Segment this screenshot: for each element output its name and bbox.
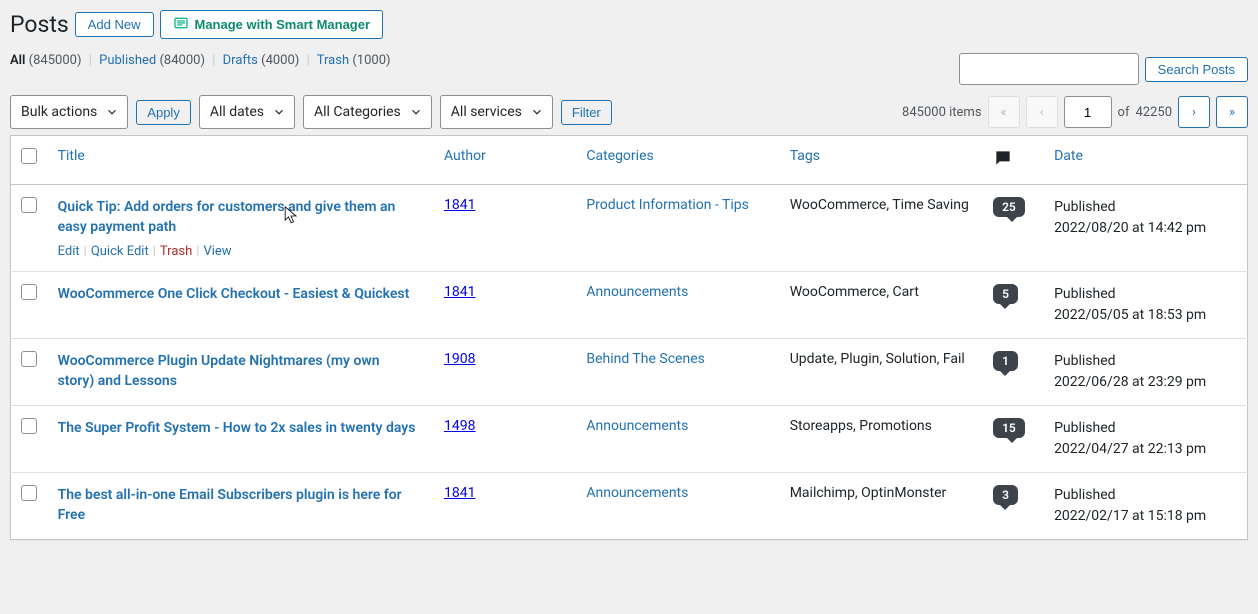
category-link[interactable]: Announcements [586, 485, 688, 501]
next-page-button[interactable]: › [1178, 96, 1210, 128]
filter-button[interactable]: Filter [561, 100, 612, 125]
tags-cell: Mailchimp, OptinMonster [780, 472, 983, 539]
cursor-icon [284, 206, 298, 226]
category-link[interactable]: Announcements [586, 284, 688, 300]
status-drafts[interactable]: Drafts (4000) [223, 53, 300, 68]
smart-manager-icon [173, 15, 189, 34]
row-actions: Edit|Quick Edit|Trash|View [58, 244, 424, 259]
post-title-link[interactable]: WooCommerce One Click Checkout - Easiest… [58, 284, 418, 304]
quick-edit-link[interactable]: Quick Edit [91, 244, 149, 259]
tags-cell: WooCommerce, Cart [780, 271, 983, 338]
comment-count[interactable]: 25 [993, 197, 1025, 217]
total-pages: 42250 [1135, 105, 1172, 120]
table-row: Quick Tip: Add orders for customers and … [11, 185, 1248, 272]
post-title-link[interactable]: WooCommerce Plugin Update Nightmares (my… [58, 351, 418, 392]
total-items: 845000 items [902, 105, 981, 120]
col-comments[interactable] [983, 136, 1044, 185]
tags-cell: Update, Plugin, Solution, Fail [780, 338, 983, 405]
smart-manager-label: Manage with Smart Manager [195, 17, 371, 32]
status-published[interactable]: Published (84000) [99, 53, 205, 68]
col-categories[interactable]: Categories [576, 136, 779, 185]
tags-cell: WooCommerce, Time Saving [780, 185, 983, 272]
search-input[interactable] [959, 53, 1139, 85]
add-new-button[interactable]: Add New [75, 12, 154, 37]
date-cell: Published2022/08/20 at 14:42 pm [1044, 185, 1247, 272]
categories-select[interactable]: All Categories [303, 95, 432, 129]
table-row: The best all-in-one Email Subscribers pl… [11, 472, 1248, 539]
smart-manager-button[interactable]: Manage with Smart Manager [160, 10, 384, 39]
comment-count[interactable]: 1 [993, 351, 1018, 371]
date-cell: Published2022/02/17 at 15:18 pm [1044, 472, 1247, 539]
author-link[interactable]: 1841 [444, 284, 475, 300]
post-title-link[interactable]: The Super Profit System - How to 2x sale… [58, 418, 418, 438]
col-tags[interactable]: Tags [780, 136, 983, 185]
dates-label: All dates [210, 104, 264, 120]
bulk-actions-label: Bulk actions [21, 104, 97, 120]
col-date[interactable]: Date [1044, 136, 1247, 185]
dates-select[interactable]: All dates [199, 95, 295, 129]
first-page-button[interactable]: « [988, 96, 1020, 128]
trash-link[interactable]: Trash [160, 244, 192, 259]
date-cell: Published2022/05/05 at 18:53 pm [1044, 271, 1247, 338]
status-trash[interactable]: Trash (1000) [317, 53, 391, 68]
row-checkbox[interactable] [21, 284, 37, 300]
prev-page-button[interactable]: ‹ [1026, 96, 1058, 128]
apply-button[interactable]: Apply [136, 100, 191, 125]
view-link[interactable]: View [203, 244, 231, 259]
status-all[interactable]: All (845000) [10, 53, 81, 68]
chevron-down-icon [105, 105, 119, 119]
col-title[interactable]: Title [48, 136, 434, 185]
services-select[interactable]: All services [440, 95, 553, 129]
author-link[interactable]: 1841 [444, 485, 475, 501]
author-link[interactable]: 1498 [444, 418, 475, 434]
search-button[interactable]: Search Posts [1145, 57, 1248, 82]
table-row: The Super Profit System - How to 2x sale… [11, 405, 1248, 472]
row-checkbox[interactable] [21, 485, 37, 501]
of-label: of [1118, 105, 1130, 120]
services-label: All services [451, 104, 522, 120]
page-input[interactable] [1064, 96, 1112, 128]
comments-icon [993, 156, 1013, 172]
post-title-link[interactable]: The best all-in-one Email Subscribers pl… [58, 485, 418, 526]
comment-count[interactable]: 5 [993, 284, 1018, 304]
comment-count[interactable]: 15 [993, 418, 1025, 438]
tags-cell: Storeapps, Promotions [780, 405, 983, 472]
select-all-checkbox[interactable] [21, 148, 37, 164]
bulk-actions-select[interactable]: Bulk actions [10, 95, 128, 129]
date-cell: Published2022/06/28 at 23:29 pm [1044, 338, 1247, 405]
posts-table: Title Author Categories Tags Date Quick … [10, 135, 1248, 540]
chevron-down-icon [409, 105, 423, 119]
row-checkbox[interactable] [21, 197, 37, 213]
category-link[interactable]: Behind The Scenes [586, 351, 705, 367]
status-filters: All (845000) | Published (84000) | Draft… [10, 53, 391, 68]
row-checkbox[interactable] [21, 418, 37, 434]
table-row: WooCommerce One Click Checkout - Easiest… [11, 271, 1248, 338]
row-checkbox[interactable] [21, 351, 37, 367]
last-page-button[interactable]: » [1216, 96, 1248, 128]
author-link[interactable]: 1841 [444, 197, 475, 213]
page-title: Posts [10, 11, 69, 38]
chevron-down-icon [530, 105, 544, 119]
category-link[interactable]: Product Information - Tips [586, 197, 749, 213]
comment-count[interactable]: 3 [993, 485, 1018, 505]
date-cell: Published2022/04/27 at 22:13 pm [1044, 405, 1247, 472]
edit-link[interactable]: Edit [58, 244, 80, 259]
category-link[interactable]: Announcements [586, 418, 688, 434]
chevron-down-icon [272, 105, 286, 119]
col-author[interactable]: Author [434, 136, 576, 185]
table-row: WooCommerce Plugin Update Nightmares (my… [11, 338, 1248, 405]
categories-label: All Categories [314, 104, 401, 120]
author-link[interactable]: 1908 [444, 351, 475, 367]
post-title-link[interactable]: Quick Tip: Add orders for customers and … [58, 197, 418, 238]
